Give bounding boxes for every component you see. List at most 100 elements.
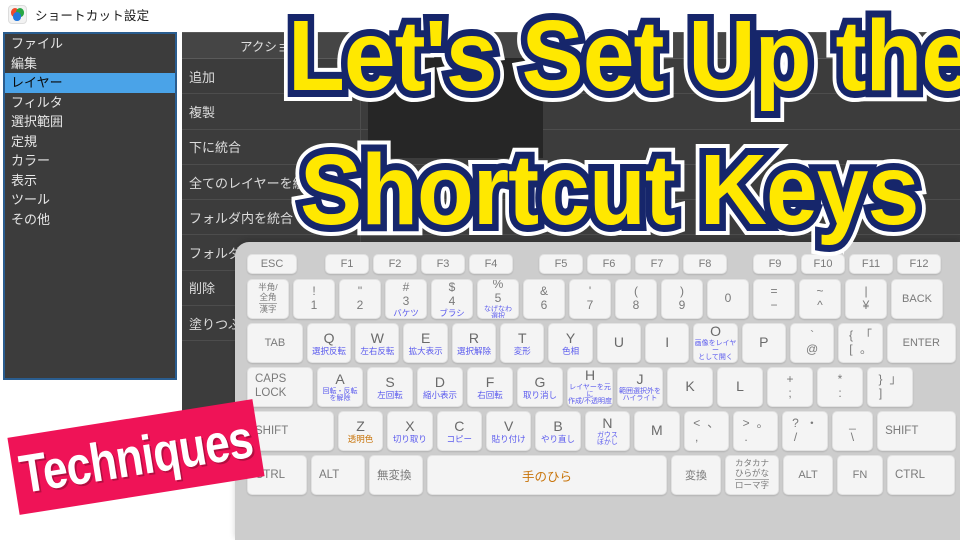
key-h[interactable]: H レイヤーを元に 作成/不透明度: [567, 367, 613, 407]
key-key[interactable]: {[「。: [838, 323, 883, 363]
key-o[interactable]: O 画像をレイヤー として開く: [693, 323, 738, 363]
key-key[interactable]: ` @: [789, 323, 835, 363]
category-item[interactable]: フィルタ: [5, 93, 175, 113]
category-item[interactable]: 表示: [5, 171, 175, 191]
category-item[interactable]: ファイル: [5, 34, 175, 54]
key-v[interactable]: V 貼り付け: [485, 411, 532, 451]
key-u[interactable]: U: [596, 323, 642, 363]
key-f5[interactable]: F5: [539, 254, 583, 274]
key-[interactable]: 変換: [671, 455, 721, 495]
key-f9[interactable]: F9: [753, 254, 797, 274]
category-item[interactable]: ツール: [5, 190, 175, 210]
keyboard-row-bottom-letters[interactable]: SHIFT Z 透明色 X 切り取り C コピー V 貼り付け B やり直し N ガウス ぼかし M <,、 >…: [247, 411, 960, 451]
key-[interactable]: ~ ^: [799, 279, 841, 319]
action-row[interactable]: 全てのレイヤーを統合: [182, 164, 960, 201]
action-row[interactable]: 追加: [182, 59, 960, 95]
key-n[interactable]: N ガウス ぼかし: [584, 411, 631, 451]
category-item[interactable]: 編集: [5, 54, 175, 74]
key-i[interactable]: I: [645, 323, 690, 363]
keyboard-row-qwerty[interactable]: TAB Q 選択反転 W 左右反転 E 拡大表示 R 選択解除 T 変形 Y 色相 U I O 画像をレイヤーと…: [247, 323, 960, 363]
key-a[interactable]: A 回転・反転 を解除: [317, 367, 363, 407]
key-key[interactable]: >.。: [732, 411, 779, 451]
key-f3[interactable]: F3: [421, 254, 465, 274]
key-shift[interactable]: SHIFT: [877, 411, 957, 451]
key-0[interactable]: 0: [707, 279, 749, 319]
key-g[interactable]: G 取り消し: [517, 367, 563, 407]
key-key[interactable]: ? / ・: [782, 411, 828, 451]
category-item[interactable]: 定規: [5, 132, 175, 152]
key-key[interactable]: <,、: [683, 411, 729, 451]
key-c[interactable]: C コピー: [436, 411, 482, 451]
category-list[interactable]: ファイル 編集 レイヤー フィルタ 選択範囲 定規 カラー 表示 ツール その他: [3, 32, 177, 380]
category-item[interactable]: その他: [5, 210, 175, 230]
key-r[interactable]: R 選択解除: [451, 323, 497, 363]
category-item[interactable]: カラー: [5, 151, 175, 171]
key-f4[interactable]: F4: [469, 254, 513, 274]
key-1[interactable]: ! 1: [293, 279, 335, 319]
key-4[interactable]: $4 ブラシ: [431, 279, 473, 319]
key-alt[interactable]: ALT: [783, 455, 833, 495]
key-e[interactable]: E 拡大表示: [403, 323, 448, 363]
key-d[interactable]: D 縮小表示: [417, 367, 463, 407]
key-shift[interactable]: SHIFT: [247, 411, 334, 451]
key-b[interactable]: B やり直し: [535, 411, 581, 451]
key-enter[interactable]: ENTER: [886, 323, 956, 363]
key-s[interactable]: S 左回転: [367, 367, 413, 407]
key-y[interactable]: Y 色相: [548, 323, 593, 363]
key-x[interactable]: X 切り取り: [387, 411, 433, 451]
key-f2[interactable]: F2: [373, 254, 417, 274]
key-key[interactable]: }]」: [867, 367, 913, 407]
key-back[interactable]: BACK: [891, 279, 943, 319]
key-m[interactable]: M: [634, 411, 680, 451]
key-7[interactable]: ' 7: [569, 279, 611, 319]
key-q[interactable]: Q 選択反転: [306, 323, 352, 363]
key-k[interactable]: K: [667, 367, 713, 407]
keyboard-row-function[interactable]: ESC F1 F2 F3 F4 F5 F6 F7 F8 F9 F10 F11 F12: [247, 254, 960, 274]
key-p[interactable]: P: [741, 323, 786, 363]
key-z[interactable]: Z 透明色: [337, 411, 384, 451]
key-2[interactable]: " 2: [339, 279, 381, 319]
key-f8[interactable]: F8: [683, 254, 727, 274]
key-3[interactable]: #3 バケツ: [385, 279, 427, 319]
key-ctrl[interactable]: CTRL: [887, 455, 955, 495]
action-row[interactable]: 複製: [182, 94, 960, 130]
key-j[interactable]: J 範囲選択外を ハイライト: [617, 367, 663, 407]
action-row[interactable]: フォルダ内を統合: [182, 200, 960, 236]
category-item[interactable]: 選択範囲: [5, 112, 175, 132]
key-alt[interactable]: ALT: [311, 455, 365, 495]
key-[interactable]: 無変換: [369, 455, 423, 495]
keyboard-row-modifiers[interactable]: CTRL ALT 無変換 手のひら 変換 カタカナ ひらがな ローマ字 ALT FN CTRL: [247, 455, 960, 495]
key-fn[interactable]: FN: [837, 455, 883, 495]
key-5[interactable]: % 5 なげなわ 選択: [477, 279, 519, 319]
category-item[interactable]: レイヤー: [5, 73, 175, 93]
key-[interactable]: カタカナ ひらがな ローマ字: [725, 455, 779, 495]
key-esc[interactable]: ESC: [247, 254, 297, 274]
key-f11[interactable]: F11: [849, 254, 893, 274]
key-8[interactable]: (8: [615, 279, 657, 319]
key-f[interactable]: F 右回転: [467, 367, 513, 407]
key-6[interactable]: & 6: [523, 279, 565, 319]
action-shortcut[interactable]: [360, 200, 960, 235]
key-f7[interactable]: F7: [635, 254, 679, 274]
key-9[interactable]: ) 9: [661, 279, 703, 319]
key-f12[interactable]: F12: [897, 254, 941, 274]
action-row[interactable]: 下に統合: [182, 129, 960, 165]
key-[interactable]: 半角/全角 漢字: [247, 279, 289, 319]
virtual-keyboard[interactable]: ESC F1 F2 F3 F4 F5 F6 F7 F8 F9 F10 F11 F12 半角/全角 漢字! 1…: [235, 242, 960, 540]
key-[interactable]: _ \: [831, 411, 874, 451]
key-f10[interactable]: F10: [801, 254, 845, 274]
key-[interactable]: = −: [753, 279, 795, 319]
key-[interactable]: +;: [767, 367, 813, 407]
key-[interactable]: 手のひら: [427, 455, 667, 495]
key-f6[interactable]: F6: [587, 254, 631, 274]
key-t[interactable]: T 変形: [500, 323, 545, 363]
key-caps[interactable]: CAPS LOCK: [247, 367, 313, 407]
keyboard-row-number[interactable]: 半角/全角 漢字! 1 " 2 #3 バケツ $4 ブラシ% 5 なげなわ 選択 & 6 ' 7(8) 9 0 = −…: [247, 279, 960, 319]
key-tab[interactable]: TAB: [247, 323, 303, 363]
key-l[interactable]: L: [717, 367, 763, 407]
key-[interactable]: *:: [817, 367, 863, 407]
keyboard-row-home[interactable]: CAPS LOCK A 回転・反転 を解除 S 左回転 D 縮小表示 F 右回転 G 取り消し H レイヤー…: [247, 367, 960, 407]
key-[interactable]: | ¥: [845, 279, 887, 319]
action-shortcut[interactable]: [360, 164, 960, 200]
key-w[interactable]: W 左右反転: [355, 323, 400, 363]
